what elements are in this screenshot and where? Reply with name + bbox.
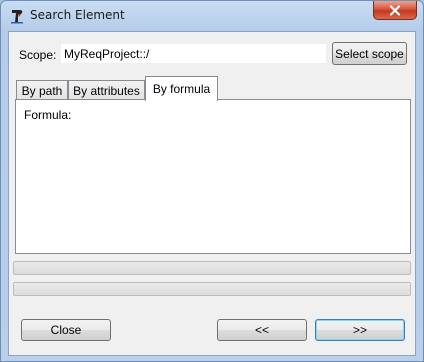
- select-scope-button[interactable]: Select scope: [332, 42, 407, 65]
- formula-tab-panel: Formula:: [15, 99, 411, 254]
- search-element-dialog: Search Element Scope: MyReqProject::/ Se…: [0, 0, 424, 362]
- scope-input[interactable]: MyReqProject::/: [61, 44, 326, 63]
- title-bar[interactable]: Search Element: [1, 1, 423, 31]
- previous-button[interactable]: <<: [217, 319, 307, 341]
- next-button[interactable]: >>: [315, 319, 405, 341]
- dialog-client-area: Scope: MyReqProject::/ Select scope By p…: [8, 31, 416, 356]
- close-button[interactable]: Close: [21, 319, 111, 341]
- tab-by-formula[interactable]: By formula: [145, 76, 218, 101]
- status-bar-lower: [13, 282, 411, 296]
- status-bar-upper: [13, 261, 411, 275]
- close-icon: [389, 4, 401, 16]
- window-title: Search Element: [30, 8, 125, 22]
- scope-label: Scope:: [19, 48, 57, 62]
- formula-label: Formula:: [24, 108, 72, 122]
- app-logo-icon: [11, 10, 23, 24]
- tab-by-attributes[interactable]: By attributes: [68, 80, 145, 100]
- window-close-button[interactable]: [373, 1, 417, 20]
- tab-by-path[interactable]: By path: [16, 80, 68, 100]
